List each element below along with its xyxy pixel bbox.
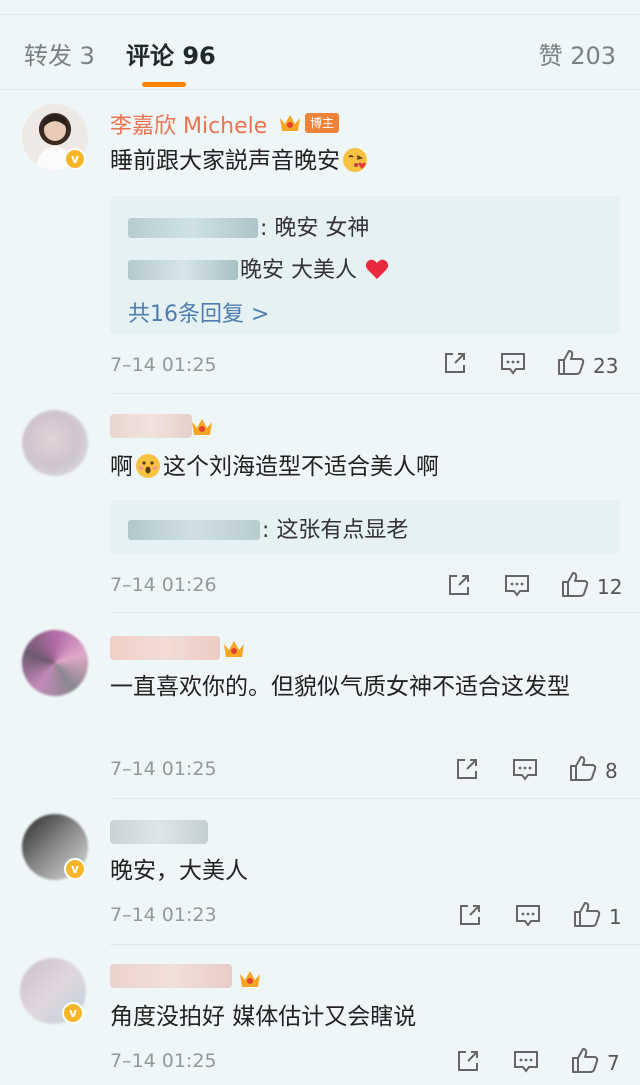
reply-line: : 这张有点显老 [128,512,408,544]
crown-icon [240,971,260,987]
tab-bar: 转发 3 评论 96 赞 203 [0,0,640,90]
blurred-username[interactable] [110,636,220,660]
comment-item: v 李嘉欣 Michele 博主 睡前跟大家説声音晚安 : 晚安 女神 晚安 大… [0,90,640,394]
like-count: 8 [605,759,618,783]
like-icon[interactable] [570,1046,600,1074]
comment-text: 角度没拍好 媒体估计又会瞎说 [110,1004,417,1030]
blurred-username[interactable] [110,964,232,988]
more-replies-link[interactable]: 共16条回复 > [128,296,269,328]
comment-item: 啊 这个刘海造型不适合美人啊 : 这张有点显老 7–14 01:26 12 [0,394,640,613]
comment-timestamp: 7–14 01:26 [110,574,217,596]
comment-divider [110,612,640,613]
share-icon[interactable] [457,902,483,928]
like-icon[interactable] [556,348,586,376]
comment-author-name[interactable]: 李嘉欣 Michele [110,108,267,140]
surprised-emoji-icon [136,454,160,478]
share-icon[interactable] [442,350,468,376]
crown-icon [224,641,244,657]
crown-icon [192,419,212,435]
like-count: 12 [597,575,623,599]
verified-badge-icon: v [62,1002,84,1024]
comment-text: 一直喜欢你的。但貌似气质女神不适合这发型 [110,674,570,700]
tab-active-indicator [142,82,186,87]
comment-divider [110,798,640,799]
verified-badge-icon: v [64,858,86,880]
tab-repost[interactable]: 转发 3 [24,36,95,71]
blurred-username [128,260,238,280]
reply-text: 晚安 大美人 [240,258,357,283]
host-badge: 博主 [305,113,340,133]
like-icon[interactable] [560,570,590,598]
comment-item: v 晚安，大美人 7–14 01:23 1 [0,800,640,946]
comment-text: 啊 这个刘海造型不适合美人啊 [110,450,620,485]
crown-icon [280,115,300,131]
verified-badge-icon: v [64,148,86,170]
comment-text-content-after: 这个刘海造型不适合美人啊 [163,454,439,480]
like-count: 7 [607,1051,620,1075]
share-icon[interactable] [455,1048,481,1074]
comment-icon[interactable] [514,903,542,929]
share-icon[interactable] [446,572,472,598]
comment-divider [110,944,640,945]
avatar[interactable] [22,630,88,696]
like-count: 23 [593,354,619,378]
reply-line: : 晚安 女神 [128,210,369,242]
comment-icon[interactable] [503,573,531,599]
reply-text: : 晚安 女神 [260,216,370,241]
comment-timestamp: 7–14 01:25 [110,758,217,780]
reply-preview-box[interactable]: : 晚安 女神 晚安 大美人 共16条回复 > [110,196,620,334]
heart-icon [365,259,389,279]
blurred-username[interactable] [110,820,208,844]
comment-icon[interactable] [511,757,539,783]
reply-preview-box[interactable]: : 这张有点显老 [110,500,620,554]
avatar[interactable] [22,410,88,476]
blurred-username [128,218,258,238]
tab-likes[interactable]: 赞 203 [539,36,616,71]
comment-text: 睡前跟大家説声音晚安 [110,144,620,179]
reply-line: 晚安 大美人 [128,252,389,284]
comment-timestamp: 7–14 01:23 [110,904,217,926]
comment-item: v 角度没拍好 媒体估计又会瞎说 7–14 01:25 7 [0,946,640,1085]
reply-text: : 这张有点显老 [262,518,409,543]
comment-text-content: 啊 [110,454,133,480]
like-count: 1 [609,905,622,929]
comment-icon[interactable] [512,1049,540,1075]
like-icon[interactable] [568,754,598,782]
comment-text-content: 睡前跟大家説声音晚安 [110,148,340,174]
comment-text: 晚安，大美人 [110,858,248,884]
kiss-emoji-icon [343,148,367,172]
tab-comments[interactable]: 评论 96 [126,36,216,71]
comment-timestamp: 7–14 01:25 [110,1050,217,1072]
blurred-username[interactable] [110,414,192,438]
comment-timestamp: 7–14 01:25 [110,354,217,376]
comment-icon[interactable] [499,351,527,377]
like-icon[interactable] [572,900,602,928]
share-icon[interactable] [454,756,480,782]
blurred-username [128,520,260,540]
comment-item: 一直喜欢你的。但貌似气质女神不适合这发型 7–14 01:25 8 [0,616,640,800]
